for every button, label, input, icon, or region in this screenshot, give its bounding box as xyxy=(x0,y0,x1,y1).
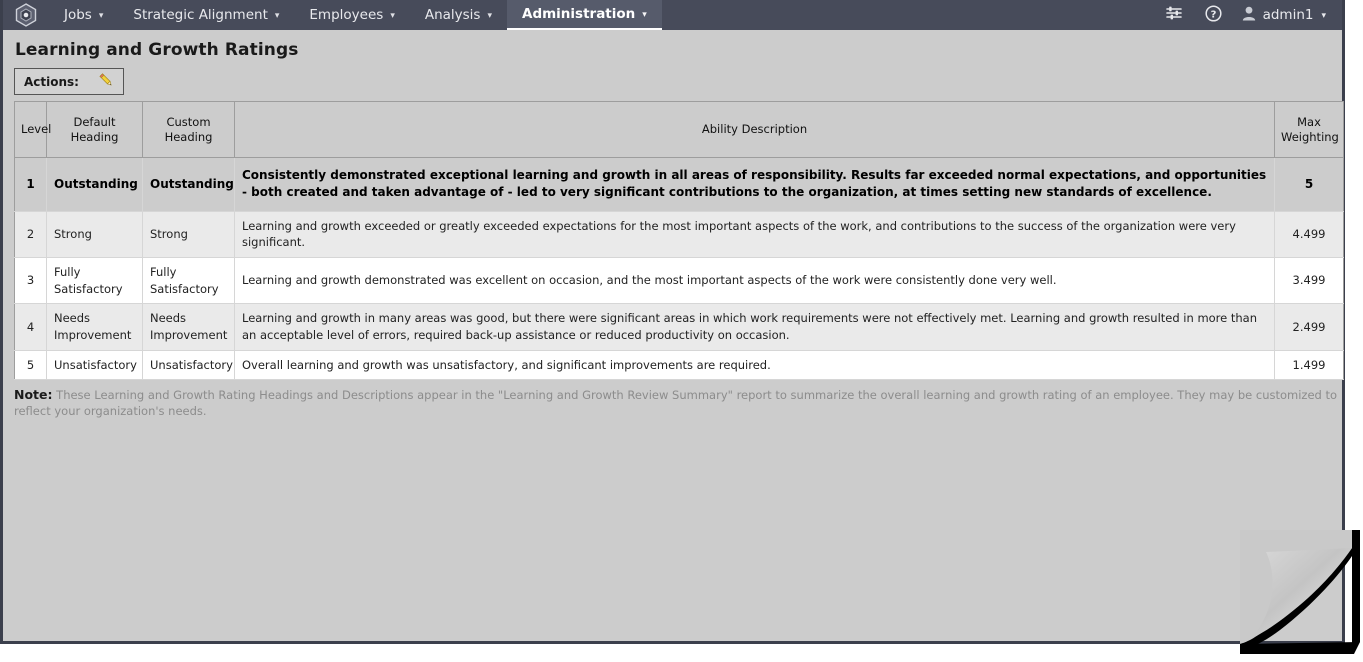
cell-ability-description: Learning and growth demonstrated was exc… xyxy=(234,257,1275,305)
cell-level: 3 xyxy=(14,257,47,305)
cell-max-weighting: 5 xyxy=(1274,157,1344,212)
nav-item-label: Employees xyxy=(309,7,384,23)
column-header-ability-description[interactable]: Ability Description xyxy=(234,101,1275,158)
ratings-table-body: 1 Outstanding Outstanding Consistently d… xyxy=(14,157,1344,381)
user-avatar-icon xyxy=(1242,6,1256,25)
ratings-table-header: Level Default Heading Custom Heading Abi… xyxy=(14,101,1344,158)
chevron-down-icon: ▾ xyxy=(390,10,395,21)
column-header-level[interactable]: Level xyxy=(14,101,51,158)
note-text: These Learning and Growth Rating Heading… xyxy=(14,388,1338,418)
table-row[interactable]: 3 Fully Satisfactory Fully Satisfactory … xyxy=(14,257,1344,305)
cell-custom-heading: Unsatisfactory xyxy=(142,350,235,381)
table-row[interactable]: 2 Strong Strong Learning and growth exce… xyxy=(14,211,1344,259)
table-row[interactable]: 5 Unsatisfactory Unsatisfactory Overall … xyxy=(14,350,1344,381)
main-navbar: Jobs ▾ Strategic Alignment ▾ Employees ▾… xyxy=(3,0,1342,30)
page-title: Learning and Growth Ratings xyxy=(15,40,299,60)
cell-ability-description: Consistently demonstrated exceptional le… xyxy=(234,157,1275,212)
user-menu[interactable]: admin1 ▾ xyxy=(1234,6,1328,25)
cell-level: 4 xyxy=(14,303,47,351)
chevron-down-icon: ▾ xyxy=(274,10,280,21)
chevron-down-icon: ▾ xyxy=(1321,11,1326,21)
cell-ability-description: Overall learning and growth was unsatisf… xyxy=(234,350,1275,381)
sliders-icon xyxy=(1165,5,1183,25)
cell-max-weighting: 1.499 xyxy=(1274,350,1344,381)
table-header-row: Level Default Heading Custom Heading Abi… xyxy=(14,101,1344,158)
nav-item-analysis[interactable]: Analysis ▾ xyxy=(410,0,507,30)
nav-item-label: Analysis xyxy=(424,7,481,23)
nav-item-label: Strategic Alignment xyxy=(133,7,268,23)
chevron-down-icon: ▾ xyxy=(98,10,104,21)
hexagon-logo-icon xyxy=(15,3,37,27)
cell-ability-description: Learning and growth in many areas was go… xyxy=(234,303,1275,351)
cell-max-weighting: 2.499 xyxy=(1274,303,1344,351)
app-window: Jobs ▾ Strategic Alignment ▾ Employees ▾… xyxy=(0,0,1345,644)
cell-level: 5 xyxy=(14,350,47,381)
column-header-max-weighting[interactable]: Max Weighting xyxy=(1274,101,1344,158)
cell-default-heading: Strong xyxy=(46,211,143,259)
nav-item-strategic-alignment[interactable]: Strategic Alignment ▾ xyxy=(118,0,294,30)
navbar-right-group: ? admin1 ▾ xyxy=(1154,0,1342,30)
nav-item-label: Administration xyxy=(522,6,636,22)
cell-ability-description: Learning and growth exceeded or greatly … xyxy=(234,211,1275,259)
nav-item-label: Jobs xyxy=(64,7,92,23)
column-header-custom-heading[interactable]: Custom Heading xyxy=(142,101,235,158)
nav-item-employees[interactable]: Employees ▾ xyxy=(294,0,409,30)
cell-level: 2 xyxy=(14,211,47,259)
cell-custom-heading: Outstanding xyxy=(142,157,235,212)
cell-max-weighting: 4.499 xyxy=(1274,211,1344,259)
actions-label: Actions: xyxy=(24,74,79,89)
nav-item-jobs[interactable]: Jobs ▾ xyxy=(49,0,118,30)
page-content: Learning and Growth Ratings Actions: Lev… xyxy=(3,30,1344,590)
help-circle-icon: ? xyxy=(1205,4,1222,26)
cell-custom-heading: Fully Satisfactory xyxy=(142,257,235,305)
app-logo[interactable] xyxy=(3,0,49,30)
settings-sliders-button[interactable] xyxy=(1154,0,1194,30)
svg-text:?: ? xyxy=(1211,9,1217,20)
table-row[interactable]: 4 Needs Improvement Needs Improvement Le… xyxy=(14,303,1344,351)
cell-default-heading: Fully Satisfactory xyxy=(46,257,143,305)
cell-level: 1 xyxy=(14,157,47,212)
cell-default-heading: Needs Improvement xyxy=(46,303,143,351)
user-name-label: admin1 xyxy=(1262,7,1314,23)
cell-custom-heading: Strong xyxy=(142,211,235,259)
cell-default-heading: Unsatisfactory xyxy=(46,350,143,381)
chevron-down-icon: ▾ xyxy=(487,10,492,21)
actions-toolbar: Actions: xyxy=(14,68,124,95)
table-row[interactable]: 1 Outstanding Outstanding Consistently d… xyxy=(14,157,1344,212)
footer-note: Note: These Learning and Growth Rating H… xyxy=(14,387,1342,418)
note-label: Note: xyxy=(14,387,53,403)
navbar-spacer xyxy=(662,0,1154,30)
screenshot-root: Jobs ▾ Strategic Alignment ▾ Employees ▾… xyxy=(0,0,1363,662)
help-button[interactable]: ? xyxy=(1194,0,1234,30)
cell-max-weighting: 3.499 xyxy=(1274,257,1344,305)
cell-custom-heading: Needs Improvement xyxy=(142,303,235,351)
chevron-down-icon: ▾ xyxy=(642,9,647,20)
pencil-edit-icon[interactable] xyxy=(97,71,115,93)
ratings-table: Level Default Heading Custom Heading Abi… xyxy=(14,101,1344,381)
cell-default-heading: Outstanding xyxy=(46,157,143,212)
column-header-default-heading[interactable]: Default Heading xyxy=(46,101,143,158)
nav-item-administration[interactable]: Administration ▾ xyxy=(507,0,662,30)
